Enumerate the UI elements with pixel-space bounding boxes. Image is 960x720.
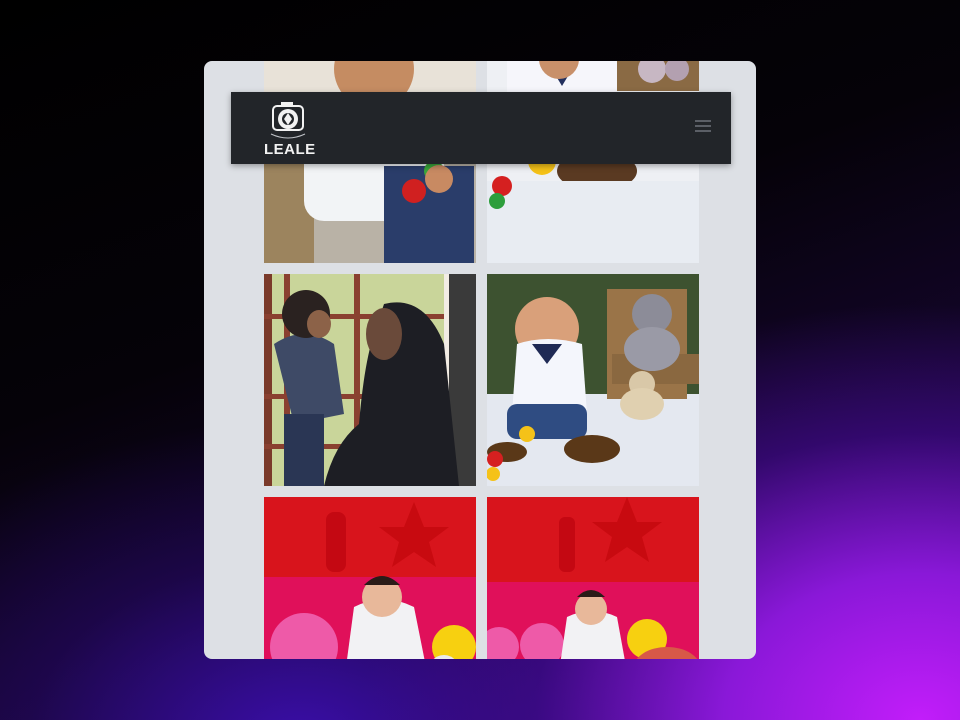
hamburger-menu-icon[interactable]	[695, 120, 711, 133]
gallery-photo[interactable]	[487, 274, 699, 486]
gallery-photo[interactable]	[487, 497, 699, 659]
photo-red-balloons-2	[487, 497, 699, 659]
photo-mother-baby	[264, 274, 476, 486]
brand-name[interactable]: LEALE	[264, 141, 316, 158]
photo-smiling-baby	[487, 274, 699, 486]
gallery-photo[interactable]	[264, 274, 476, 486]
gallery-photo[interactable]	[264, 497, 476, 659]
navbar: LEALE	[231, 92, 731, 164]
camera-shutter-icon	[270, 102, 306, 139]
browser-window: LEALE	[204, 61, 756, 659]
photo-red-balloons-1	[264, 497, 476, 659]
